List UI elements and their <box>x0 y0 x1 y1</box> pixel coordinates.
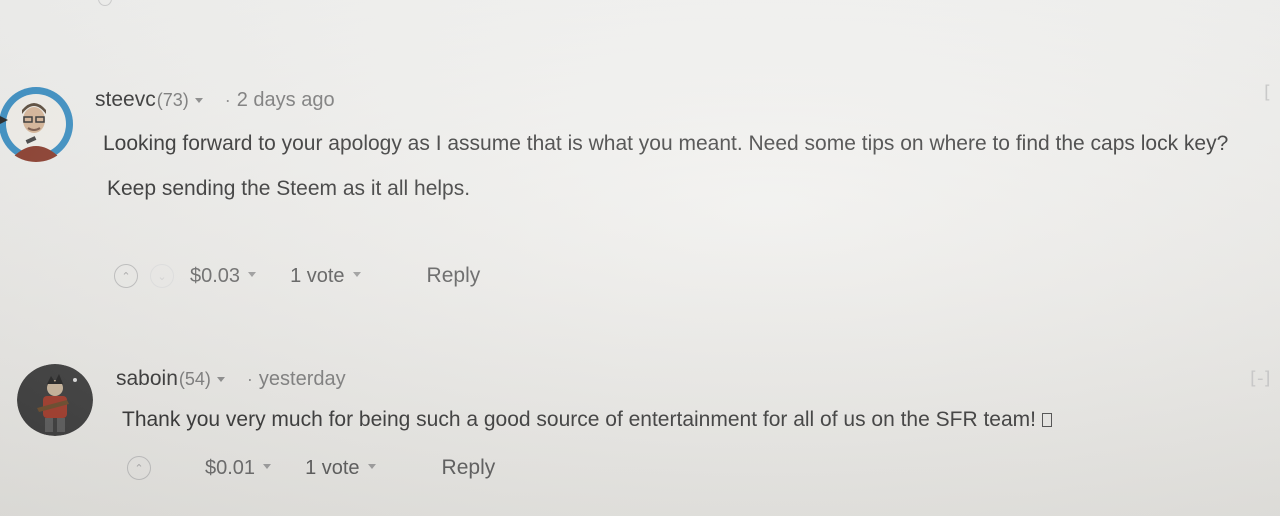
comments-page: steevc (73) · 2 days ago [ Looking forwa… <box>0 0 1280 516</box>
comment-meta: saboin (54) · yesterday <box>116 367 346 391</box>
author-menu-caret-icon[interactable] <box>216 377 225 382</box>
author-name[interactable]: saboin <box>116 367 178 391</box>
emoji-icon <box>1041 413 1052 427</box>
vote-count[interactable]: 1 vote <box>305 457 359 480</box>
payout-amount[interactable]: $0.01 <box>205 457 255 480</box>
comment-body: Thank you very much for being such a goo… <box>122 402 1262 438</box>
reply-link[interactable]: Reply <box>442 456 496 480</box>
collapse-toggle[interactable]: [-] <box>1250 368 1271 389</box>
payout-caret-icon[interactable] <box>263 463 272 469</box>
comment-paragraph: Thank you very much for being such a goo… <box>122 402 1262 438</box>
separator-dot: · <box>246 369 253 389</box>
reputation-score: (54) <box>178 369 211 389</box>
avatar[interactable] <box>17 364 93 436</box>
comment-footer: ⌃ $0.01 1 vote Reply <box>127 456 495 480</box>
upvote-button[interactable]: ⌃ <box>127 456 151 480</box>
chevron-up-icon: ⌃ <box>134 462 144 475</box>
comment-text: Thank you very much for being such a goo… <box>122 408 1036 431</box>
votes-caret-icon[interactable] <box>367 463 376 469</box>
comment-saboin: saboin (54) · yesterday [-] Thank you ve… <box>0 0 1280 516</box>
user-avatar-icon <box>17 364 93 436</box>
comment-timestamp[interactable]: yesterday <box>259 368 346 391</box>
